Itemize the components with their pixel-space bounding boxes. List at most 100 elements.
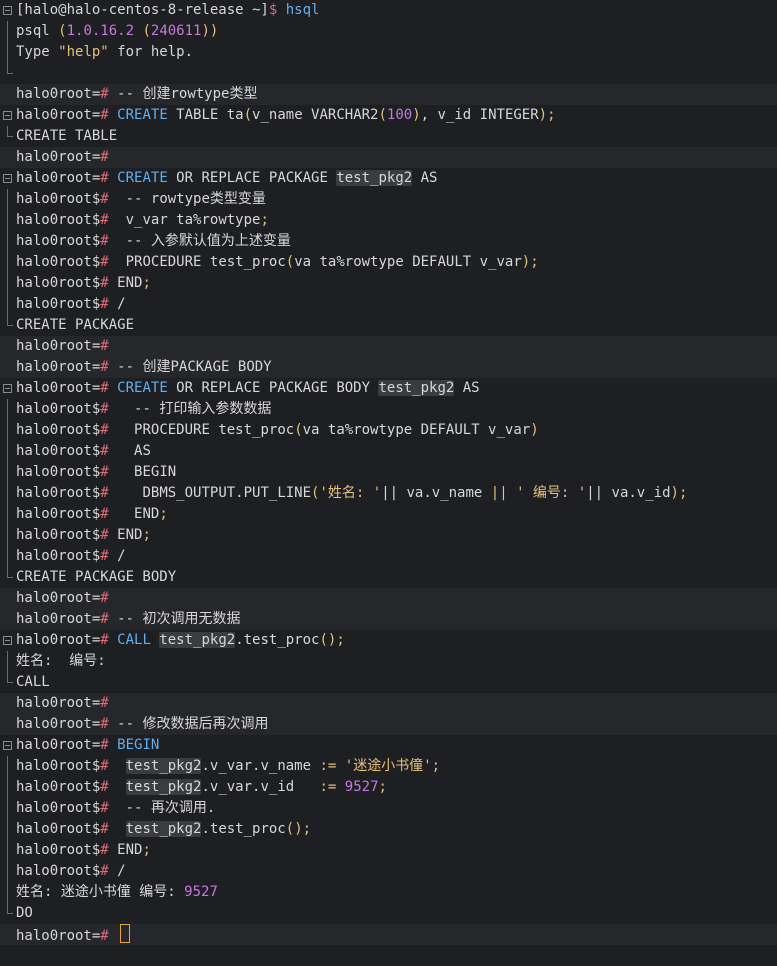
terminal-line: halo0root$# -- 再次调用. (0, 798, 777, 819)
terminal-line: halo0root=# -- 创建PACKAGE BODY (0, 357, 777, 378)
terminal-line: halo0root$# PROCEDURE test_proc(va ta%ro… (0, 420, 777, 441)
prompt-hash: # (100, 107, 109, 123)
prompt-hash: # (100, 548, 109, 564)
terminal-line: halo0root$# END; (0, 504, 777, 525)
terminal-line: halo0root=# CREATE OR REPLACE PACKAGE BO… (0, 378, 777, 399)
prompt-hash: # (100, 737, 109, 753)
prompt-hash: # (100, 611, 109, 627)
terminal-line: halo0root=# CREATE TABLE ta(v_name VARCH… (0, 105, 777, 126)
prompt-hash: # (100, 338, 109, 354)
terminal-line: halo0root$# END; (0, 525, 777, 546)
terminal-line: halo0root$# AS (0, 441, 777, 462)
prompt-hash: # (100, 170, 109, 186)
prompt: halo0root$ (16, 779, 101, 795)
prompt: halo0root= (16, 338, 101, 354)
prompt: halo0root= (16, 149, 101, 165)
prompt-hash: # (100, 632, 109, 648)
prompt: halo0root= (16, 716, 101, 732)
prompt-hash: # (100, 779, 109, 795)
prompt-hash: # (100, 233, 109, 249)
terminal-line: CREATE PACKAGE (0, 315, 777, 336)
terminal-line: CREATE PACKAGE BODY (0, 567, 777, 588)
terminal-window[interactable]: [halo@halo-centos-8-release ~]$ hsql psql… (0, 0, 777, 966)
prompt-hash: # (100, 800, 109, 816)
prompt: halo0root$ (16, 800, 101, 816)
terminal-line: halo0root$# END; (0, 840, 777, 861)
terminal-line: halo0root=# (0, 693, 777, 714)
prompt-hash: # (100, 821, 109, 837)
terminal-line: [halo@halo-centos-8-release ~]$ hsql (0, 0, 777, 21)
prompt-hash: # (100, 86, 109, 102)
terminal-line: halo0root$# -- 入参默认值为上述变量 (0, 231, 777, 252)
prompt-hash: # (100, 296, 109, 312)
terminal-line: halo0root$# / (0, 861, 777, 882)
prompt: halo0root$ (16, 275, 101, 291)
prompt: halo0root= (16, 611, 101, 627)
terminal-line: halo0root$# BEGIN (0, 462, 777, 483)
prompt: halo0root= (16, 928, 101, 944)
prompt-hash: # (100, 928, 109, 944)
prompt-hash: # (100, 191, 109, 207)
prompt: halo0root= (16, 170, 101, 186)
terminal-line: halo0root=# CREATE OR REPLACE PACKAGE te… (0, 168, 777, 189)
prompt: halo0root$ (16, 401, 101, 417)
terminal-line: halo0root$# test_pkg2.test_proc(); (0, 819, 777, 840)
prompt: halo0root$ (16, 254, 101, 270)
terminal-line: halo0root$# -- rowtype类型变量 (0, 189, 777, 210)
terminal-line: halo0root$# test_pkg2.v_var.v_id := 9527… (0, 777, 777, 798)
prompt: halo0root$ (16, 506, 101, 522)
shell-command: hsql (285, 2, 320, 18)
prompt-hash: # (100, 506, 109, 522)
prompt: halo0root$ (16, 548, 101, 564)
prompt: halo0root$ (16, 212, 101, 228)
prompt: halo0root= (16, 590, 101, 606)
terminal-line: halo0root$# -- 打印输入参数数据 (0, 399, 777, 420)
prompt: halo0root$ (16, 821, 101, 837)
prompt: halo0root= (16, 359, 101, 375)
prompt-hash: # (100, 863, 109, 879)
prompt: halo0root$ (16, 485, 101, 501)
terminal-line: halo0root$# PROCEDURE test_proc(va ta%ro… (0, 252, 777, 273)
terminal-line: Type "help" for help. (0, 42, 777, 63)
terminal-line: halo0root=# (0, 147, 777, 168)
prompt: halo0root$ (16, 842, 101, 858)
terminal-line: halo0root=# -- 修改数据后再次调用 (0, 714, 777, 735)
prompt-hash: # (100, 422, 109, 438)
terminal-line: halo0root$# v_var ta%rowtype; (0, 210, 777, 231)
terminal-line: halo0root=# -- 初次调用无数据 (0, 609, 777, 630)
terminal-line: halo0root$# DBMS_OUTPUT.PUT_LINE('姓名: '|… (0, 483, 777, 504)
prompt-hash: # (100, 842, 109, 858)
prompt: halo0root= (16, 737, 101, 753)
terminal-line: CREATE TABLE (0, 126, 777, 147)
prompt: halo0root$ (16, 758, 101, 774)
terminal-line: CALL (0, 672, 777, 693)
prompt-hash: # (100, 359, 109, 375)
prompt-hash: # (100, 590, 109, 606)
prompt: halo0root$ (16, 191, 101, 207)
prompt: halo0root= (16, 695, 101, 711)
terminal-line: halo0root=# (0, 924, 777, 945)
prompt-hash: # (100, 380, 109, 396)
terminal-line (0, 63, 777, 84)
terminal-line: psql (1.0.16.2 (240611)) (0, 21, 777, 42)
text-cursor[interactable] (120, 924, 131, 943)
shell-prompt: [halo@halo-centos-8-release ~] (16, 2, 269, 18)
terminal-line: halo0root$# END; (0, 273, 777, 294)
prompt: halo0root= (16, 86, 101, 102)
prompt: halo0root$ (16, 296, 101, 312)
prompt-hash: # (100, 212, 109, 228)
prompt: halo0root$ (16, 233, 101, 249)
prompt-hash: # (100, 464, 109, 480)
prompt-hash: # (100, 716, 109, 732)
terminal-line: 姓名: 迷途小书僮 编号: 9527 (0, 882, 777, 903)
prompt-hash: # (100, 401, 109, 417)
terminal-line: 姓名: 编号: (0, 651, 777, 672)
prompt-hash: # (100, 485, 109, 501)
terminal-line: halo0root$# / (0, 294, 777, 315)
prompt: halo0root= (16, 380, 101, 396)
terminal-line: halo0root=# (0, 588, 777, 609)
prompt: halo0root= (16, 632, 101, 648)
terminal-line: halo0root=# (0, 336, 777, 357)
terminal-line: halo0root=# -- 创建rowtype类型 (0, 84, 777, 105)
prompt-hash: # (100, 527, 109, 543)
